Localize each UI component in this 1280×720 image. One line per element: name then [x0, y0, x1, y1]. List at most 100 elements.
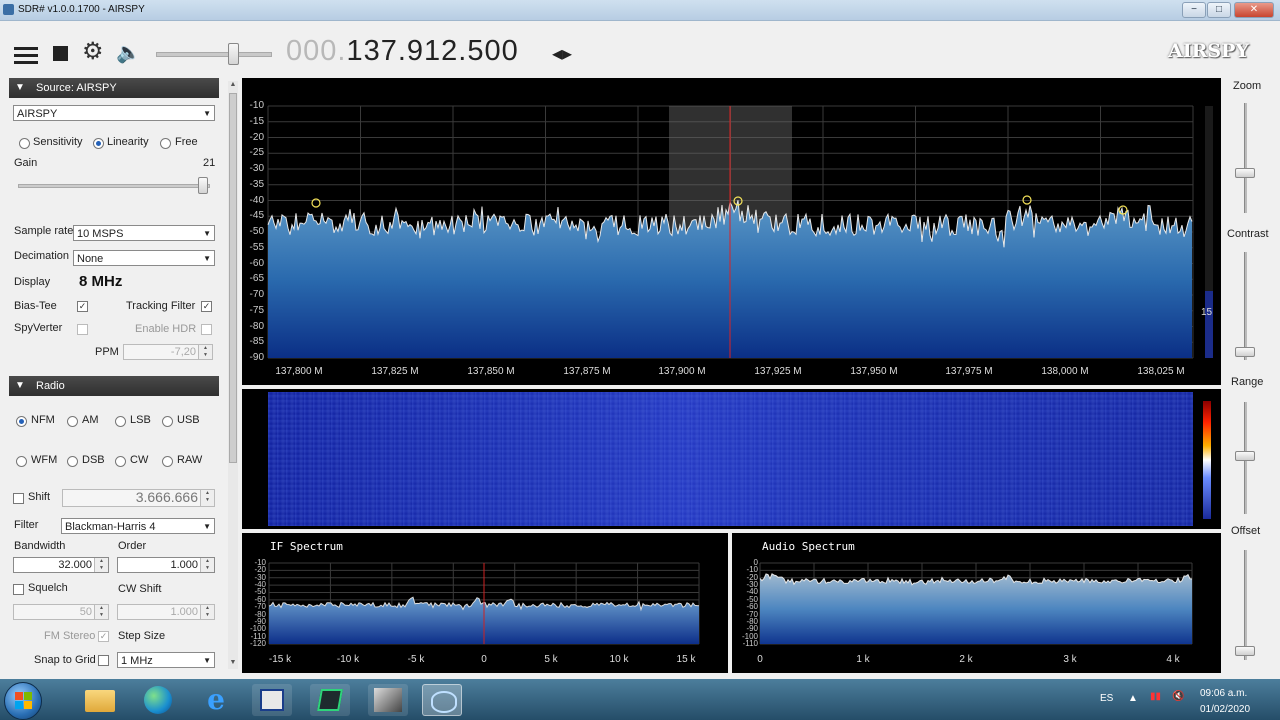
- usb-radio[interactable]: [162, 416, 173, 427]
- gain-slider-thumb[interactable]: [198, 177, 208, 194]
- bias-tee-checkbox[interactable]: ✓: [77, 301, 88, 312]
- shift-checkbox[interactable]: [13, 493, 24, 504]
- show-hidden-icons[interactable]: ▲: [1128, 693, 1138, 704]
- snap-to-grid-label: Snap to Grid: [34, 654, 96, 666]
- sensitivity-label: Sensitivity: [33, 136, 83, 148]
- range-slider-thumb[interactable]: [1235, 451, 1255, 461]
- volume-icon[interactable]: 🔇: [1172, 691, 1184, 702]
- gear-icon[interactable]: ⚙: [82, 40, 104, 64]
- if-x-tick: 10 k: [609, 654, 629, 665]
- bias-tee-label: Bias-Tee: [14, 300, 57, 312]
- network-icon[interactable]: ▮▮: [1150, 691, 1161, 702]
- order-input[interactable]: 1.000 ▲ ▼: [117, 557, 215, 573]
- decimation-select[interactable]: None ▼: [73, 250, 215, 266]
- wfm-radio[interactable]: [16, 456, 27, 467]
- waterfall[interactable]: [242, 389, 1221, 529]
- zoom-slider[interactable]: [1244, 103, 1247, 213]
- if-x-tick: 5 k: [544, 654, 558, 665]
- cw-radio[interactable]: [115, 456, 126, 467]
- frequency-display[interactable]: 000.137.912.500: [286, 35, 519, 68]
- sample-rate-select[interactable]: 10 MSPS ▼: [73, 225, 215, 241]
- clock-date[interactable]: 01/02/2020: [1200, 704, 1250, 715]
- spectrum-x-tick: 137,925 M: [754, 366, 802, 377]
- app-icon-2[interactable]: [310, 684, 350, 716]
- zoom-label: Zoom: [1233, 80, 1262, 92]
- lsb-radio[interactable]: [115, 416, 126, 427]
- step-size-select[interactable]: 1 MHz ▼: [117, 652, 215, 668]
- ppm-input[interactable]: -7,20 ▲ ▼: [123, 344, 213, 360]
- explorer-icon[interactable]: [80, 684, 120, 716]
- step-size-label: Step Size: [118, 630, 166, 642]
- offset-slider[interactable]: [1244, 550, 1247, 660]
- spectrum-x-tick: 137,950 M: [850, 366, 898, 377]
- tracking-filter-checkbox[interactable]: ✓: [201, 301, 212, 312]
- device-select[interactable]: AIRSPY ▼: [13, 105, 215, 121]
- left-panel-scrollbar[interactable]: ▲ ▼: [228, 81, 238, 669]
- tune-arrows-icon[interactable]: ◂▸: [552, 41, 572, 66]
- spectrum-x-tick: 137,800 M: [275, 366, 323, 377]
- free-radio[interactable]: [160, 138, 171, 149]
- minimize-button[interactable]: −: [1182, 2, 1206, 18]
- if-spectrum-panel[interactable]: IF Spectrum -10 -20 -30 -40 -50 -60 -70 -80 -90-…: [242, 533, 728, 673]
- enable-hdr-checkbox[interactable]: [201, 324, 212, 335]
- bandwidth-label: Bandwidth: [14, 540, 66, 552]
- app-icon-1[interactable]: [252, 684, 292, 716]
- spectrum-x-tick: 138,000 M: [1041, 366, 1089, 377]
- cw-shift-input[interactable]: 1.000 ▲ ▼: [117, 604, 215, 620]
- linearity-radio[interactable]: [93, 138, 104, 149]
- offset-slider-thumb[interactable]: [1235, 646, 1255, 656]
- dsb-radio[interactable]: [67, 456, 78, 467]
- clock-time[interactable]: 09:06 a.m.: [1200, 688, 1247, 699]
- waterfall-image: [268, 392, 1193, 526]
- globe-icon[interactable]: [138, 684, 178, 716]
- contrast-slider[interactable]: [1244, 252, 1247, 360]
- bandwidth-input[interactable]: 32.000 ▲ ▼: [13, 557, 109, 573]
- zoom-slider-thumb[interactable]: [1235, 168, 1255, 178]
- radio-section-header[interactable]: ▼ Radio: [9, 376, 219, 396]
- start-button[interactable]: [4, 682, 42, 720]
- speaker-icon[interactable]: 🔈: [116, 42, 141, 64]
- volume-slider-thumb[interactable]: [227, 43, 239, 65]
- maximize-button[interactable]: □: [1207, 2, 1231, 18]
- if-y-tick: -120: [249, 639, 266, 648]
- spectrum-y-tick: -75: [249, 304, 264, 316]
- shift-input[interactable]: 3.666.666 ▲ ▼: [62, 489, 215, 507]
- app-icon: [3, 4, 14, 15]
- close-button[interactable]: ✕: [1234, 2, 1274, 18]
- spectrum-y-tick: -40: [249, 194, 264, 206]
- lsb-label: LSB: [130, 414, 151, 426]
- audio-x-tick: 1 k: [856, 654, 870, 665]
- ppm-label: PPM: [95, 346, 119, 358]
- app-icon-3[interactable]: [368, 684, 408, 716]
- title-bar: SDR# v1.0.0.1700 - AIRSPY − □ ✕: [0, 0, 1280, 21]
- internet-explorer-icon[interactable]: e: [196, 684, 236, 716]
- audio-x-tick: 0: [757, 654, 763, 665]
- raw-radio[interactable]: [162, 456, 173, 467]
- gain-slider[interactable]: [18, 184, 210, 188]
- sdrsharp-taskbar-icon[interactable]: [422, 684, 462, 716]
- display-label: Display: [14, 276, 51, 288]
- display-bandwidth: 8 MHz: [79, 273, 123, 290]
- filter-select[interactable]: Blackman-Harris 4 ▼: [61, 518, 215, 534]
- sensitivity-radio[interactable]: [19, 138, 30, 149]
- source-section-header[interactable]: ▼ Source: AIRSPY: [9, 78, 219, 98]
- audio-spectrum-panel[interactable]: Audio Spectrum 0 -10 -20 -30 -40 -50 -60 -70 -80…: [732, 533, 1221, 673]
- nfm-radio[interactable]: [16, 416, 27, 427]
- volume-slider[interactable]: [156, 52, 272, 57]
- stop-icon[interactable]: [53, 46, 68, 61]
- frequency-value: 137.912.500: [346, 35, 519, 67]
- spyverter-checkbox[interactable]: [77, 324, 88, 335]
- contrast-slider-thumb[interactable]: [1235, 347, 1255, 357]
- am-radio[interactable]: [67, 416, 78, 427]
- usb-label: USB: [177, 414, 200, 426]
- squelch-checkbox[interactable]: [13, 584, 24, 595]
- spectrum-analyzer[interactable]: 15 -10 -15 -20 -25 -30 -35 -40 -45 -50 -55 -60 -65 -…: [242, 78, 1221, 385]
- squelch-input[interactable]: 50 ▲ ▼: [13, 604, 109, 620]
- snap-to-grid-checkbox[interactable]: [98, 655, 109, 666]
- filter-label: Filter: [14, 519, 39, 531]
- menu-icon[interactable]: [14, 47, 38, 50]
- language-indicator[interactable]: ES: [1100, 693, 1113, 704]
- if-x-tick: -15 k: [268, 654, 292, 665]
- fm-stereo-checkbox[interactable]: ✓: [98, 631, 109, 642]
- audio-x-tick: 2 k: [959, 654, 973, 665]
